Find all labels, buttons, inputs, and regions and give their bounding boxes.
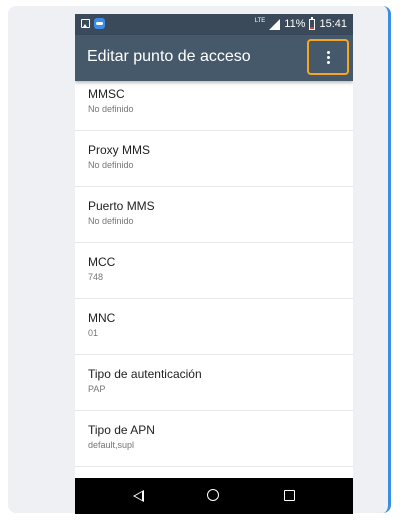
more-vert-icon [326, 50, 330, 54]
setting-value: No definido [88, 160, 134, 170]
home-circle-icon[interactable] [207, 489, 219, 501]
setting-title: MMSC [88, 87, 125, 101]
setting-mcc[interactable]: MCC 748 [75, 243, 353, 299]
app-bar: Editar punto de acceso [75, 35, 353, 81]
setting-value: 748 [88, 272, 104, 282]
clock: 15:41 [319, 18, 347, 30]
setting-value: No definido [88, 216, 134, 226]
setting-title: Proxy MMS [88, 143, 151, 157]
lte-indicator: LTE [254, 18, 266, 24]
setting-puerto-mms[interactable]: Puerto MMS No definido [75, 187, 353, 243]
recent-square-icon[interactable] [284, 490, 295, 501]
back-triangle-icon[interactable] [133, 490, 144, 502]
navigation-bar [75, 478, 353, 514]
setting-title: Tipo de APN [88, 423, 155, 437]
page-title: Editar punto de acceso [87, 48, 251, 65]
setting-title: MNC [88, 311, 116, 325]
setting-title: Tipo de autenticación [88, 367, 202, 381]
setting-mmsc[interactable]: MMSC No definido [75, 81, 353, 131]
apn-settings-list: MMSC No definido Proxy MMS No definido P… [75, 81, 353, 467]
overflow-menu-button[interactable] [307, 39, 349, 75]
status-bar: LTE 11% 15:41 [75, 14, 353, 35]
setting-proxy-mms[interactable]: Proxy MMS No definido [75, 131, 353, 187]
battery-icon [309, 16, 316, 30]
setting-mnc[interactable]: MNC 01 [75, 299, 353, 355]
more-vert-dot [326, 55, 330, 59]
setting-value: PAP [88, 384, 106, 394]
setting-value: default,supl [88, 440, 135, 450]
setting-title: MCC [88, 255, 116, 269]
image-notification-icon [81, 19, 90, 28]
setting-value: 01 [88, 328, 99, 338]
setting-tipo-apn[interactable]: Tipo de APN default,supl [75, 411, 353, 467]
chat-app-notification-icon [94, 18, 105, 29]
signal-icon [269, 18, 281, 30]
setting-value: No definido [88, 104, 134, 114]
more-vert-dot [326, 60, 330, 64]
battery-percent: 11% [284, 18, 306, 30]
setting-title: Puerto MMS [88, 199, 155, 213]
setting-tipo-autenticacion[interactable]: Tipo de autenticación PAP [75, 355, 353, 411]
phone-screen: LTE 11% 15:41 Editar punto de acceso MMS… [75, 14, 353, 514]
